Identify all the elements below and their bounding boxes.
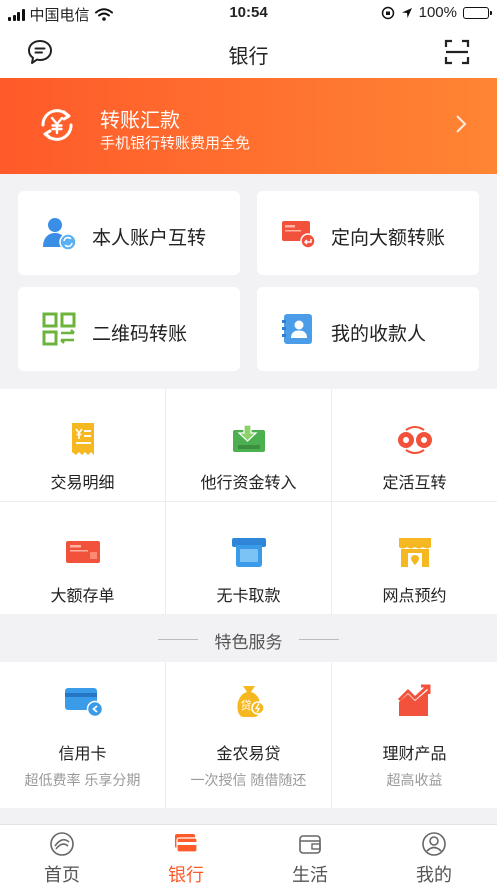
service-label: 他行资金转入 (200, 475, 297, 492)
tab-home[interactable]: 首页 (0, 825, 124, 883)
page-title: 银行 (228, 46, 269, 68)
svg-text:贷: 贷 (241, 698, 252, 712)
quick-action-qr-transfer[interactable]: 二维码转账 (18, 287, 240, 371)
service-label: 定活互转 (382, 475, 447, 492)
yuan-exchange-icon (41, 109, 73, 141)
branch-store-icon (399, 538, 431, 567)
service-label: 大额存单 (50, 588, 115, 605)
qr-code-icon (42, 312, 76, 346)
featured-subtitle: 超低费率 乐享分期 (24, 772, 141, 788)
tab-label: 银行 (168, 865, 204, 883)
bottom-tab-bar: 首页 银行 生活 我的 (0, 824, 497, 883)
transfer-banner[interactable]: 转账汇款 手机银行转账费用全免 (0, 78, 497, 174)
header-rule (299, 639, 339, 640)
loan-bag-icon: 贷 (237, 686, 265, 717)
quick-action-large-transfer[interactable]: 定向大额转账 (257, 191, 479, 275)
profile-icon (422, 832, 446, 856)
trend-chart-icon (397, 684, 431, 716)
service-large-deposit[interactable]: 大额存单 (0, 502, 165, 614)
service-label: 无卡取款 (216, 588, 281, 605)
featured-jinnong-loan[interactable]: 贷 金农易贷 一次授信 随借随还 (166, 662, 331, 808)
featured-label: 信用卡 (58, 746, 107, 763)
tab-label: 我的 (416, 865, 452, 883)
quick-action-label: 定向大额转账 (331, 228, 446, 249)
tab-bank[interactable]: 银行 (124, 825, 248, 883)
bank-card-icon (175, 834, 198, 853)
life-wallet-icon (299, 835, 321, 854)
tab-label: 生活 (292, 865, 328, 883)
featured-credit-card[interactable]: 信用卡 超低费率 乐享分期 (0, 662, 165, 808)
featured-subtitle: 一次授信 随借随还 (190, 772, 307, 788)
service-cardless-withdrawal[interactable]: 无卡取款 (166, 502, 331, 614)
service-label: 交易明细 (50, 475, 115, 492)
battery-percent: 100% (418, 4, 457, 21)
quick-action-own-account-transfer[interactable]: 本人账户互转 (18, 191, 240, 275)
orientation-lock-icon (381, 6, 394, 19)
fixed-current-swap-icon (398, 426, 432, 454)
quick-action-label: 本人账户互转 (92, 228, 207, 249)
payee-book-icon (282, 314, 312, 344)
location-icon (401, 7, 412, 18)
service-transaction-details[interactable]: 交易明细 (0, 389, 165, 501)
wallet-in-icon (233, 424, 265, 452)
home-icon (50, 832, 74, 856)
quick-action-label: 二维码转账 (92, 324, 188, 345)
service-branch-appointment[interactable]: 网点预约 (332, 502, 497, 614)
quick-action-my-payees[interactable]: 我的收款人 (257, 287, 479, 371)
tab-life[interactable]: 生活 (248, 825, 372, 883)
service-fixed-current-swap[interactable]: 定活互转 (332, 389, 497, 501)
deposit-certificate-icon (66, 541, 100, 563)
credit-card-icon (65, 688, 103, 718)
featured-subtitle: 超高收益 (386, 772, 443, 788)
service-other-bank-transfer-in[interactable]: 他行资金转入 (166, 389, 331, 501)
status-right: 100% (381, 4, 492, 21)
atm-cardless-icon (232, 538, 266, 567)
large-transfer-card-icon (282, 221, 316, 249)
tab-label: 首页 (44, 865, 80, 883)
banner-subtitle: 手机银行转账费用全免 (100, 135, 251, 152)
nav-bar: 银行 (0, 26, 497, 78)
featured-section-header: 特色服务 (0, 614, 497, 662)
receipt-icon (72, 423, 94, 455)
user-transfer-icon (43, 218, 77, 251)
featured-label: 理财产品 (382, 746, 447, 763)
quick-action-label: 我的收款人 (331, 324, 427, 345)
featured-label: 金农易贷 (216, 746, 281, 763)
chevron-right-icon (456, 115, 467, 133)
featured-section-title: 特色服务 (214, 633, 283, 652)
status-bar: 中国电信 10:54 100% (0, 0, 497, 26)
battery-icon (463, 6, 492, 19)
scan-icon[interactable] (443, 38, 471, 66)
banner-title: 转账汇款 (100, 110, 180, 132)
tab-mine[interactable]: 我的 (372, 825, 496, 883)
service-label: 网点预约 (382, 588, 447, 605)
featured-wealth-products[interactable]: 理财产品 超高收益 (332, 662, 497, 808)
